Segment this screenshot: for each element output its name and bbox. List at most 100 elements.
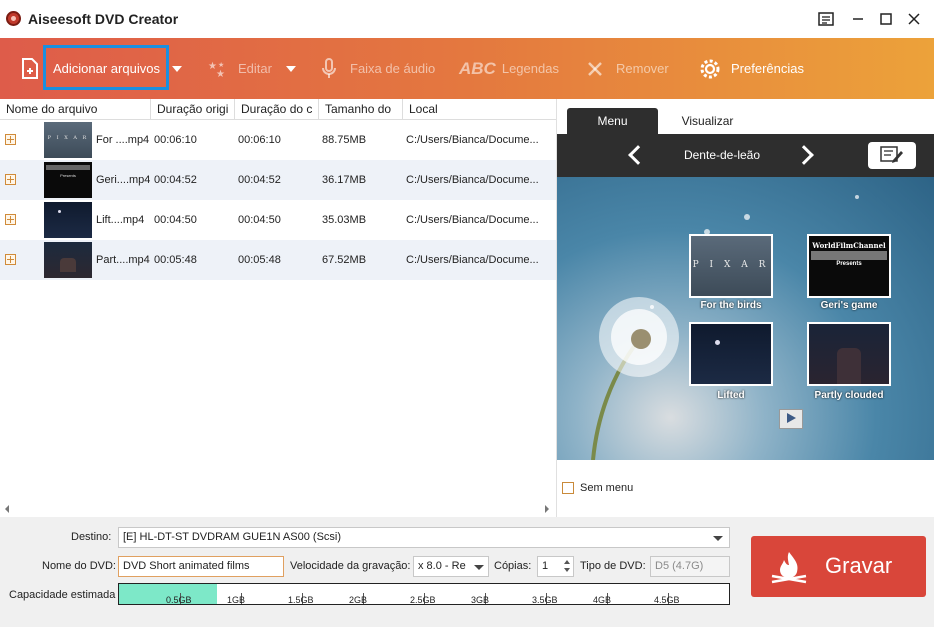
output-duration: 00:05:48	[238, 254, 281, 266]
expand-row-icon[interactable]	[5, 174, 16, 185]
copies-value: 1	[542, 560, 549, 572]
file-size: 35.03MB	[322, 214, 367, 226]
original-duration: 00:05:48	[154, 254, 197, 266]
chevron-down-icon	[713, 536, 723, 541]
microphone-icon	[316, 56, 342, 82]
destination-value: [E] HL-DT-ST DVDRAM GUE1N AS00 (Scsi)	[123, 531, 342, 543]
no-menu-option[interactable]: Sem menu	[562, 482, 633, 494]
column-header-size[interactable]: Tamanho do	[319, 99, 403, 120]
video-thumbnail: P I X A R	[44, 122, 92, 158]
menu-item-thumbnail-for-the-birds[interactable]: P I X A R	[689, 234, 773, 298]
destination-select[interactable]: [E] HL-DT-ST DVDRAM GUE1N AS00 (Scsi)	[118, 527, 730, 548]
original-duration: 00:06:10	[154, 134, 197, 146]
burn-speed-select[interactable]: x 8.0 - Re	[413, 556, 489, 577]
menu-preview: P I X A R For the birds WorldFilmChannel…	[557, 177, 934, 460]
file-size: 88.75MB	[322, 134, 367, 146]
subtitles-label: Legendas	[501, 61, 559, 76]
video-thumbnail: Presents	[44, 162, 92, 198]
remove-label: Remover	[616, 61, 669, 76]
dvd-name-input[interactable]: DVD Short animated films	[118, 556, 284, 577]
menu-item-thumbnail-partly-clouded[interactable]	[807, 322, 891, 386]
template-nav-bar: Dente-de-leão	[557, 134, 934, 177]
file-name: Lift....mp4	[96, 214, 145, 226]
output-settings-panel: Destino: [E] HL-DT-ST DVDRAM GUE1N AS00 …	[0, 517, 934, 627]
preferences-button[interactable]: Preferências	[697, 38, 804, 99]
subtitles-button[interactable]: ABC Legendas	[459, 38, 559, 99]
file-name: For ....mp4	[96, 134, 150, 146]
preferences-label: Preferências	[731, 61, 804, 76]
app-logo-icon	[6, 11, 21, 26]
file-row[interactable]: Lift....mp4 00:04:50 00:04:50 35.03MB C:…	[0, 200, 556, 240]
expand-row-icon[interactable]	[5, 134, 16, 145]
audio-track-button[interactable]: Faixa de áudio	[316, 38, 435, 99]
scroll-left-icon[interactable]	[5, 505, 9, 513]
dvd-type-label: Tipo de DVD:	[580, 560, 646, 572]
capacity-tick-label: 4.5GB	[654, 595, 680, 605]
capacity-tick-label: 3.5GB	[532, 595, 558, 605]
edit-button[interactable]: ★ ★ ★ Editar	[204, 38, 296, 99]
video-thumbnail	[44, 202, 92, 238]
play-icon	[785, 412, 797, 427]
minimize-icon[interactable]	[848, 9, 868, 29]
copies-stepper[interactable]: 1	[537, 556, 574, 577]
add-file-icon	[18, 56, 44, 82]
file-location: C:/Users/Bianca/Docume...	[406, 214, 539, 226]
edit-template-button[interactable]	[868, 142, 916, 169]
svg-text:★: ★	[216, 69, 225, 79]
scroll-right-icon[interactable]	[545, 505, 549, 513]
stepper-down-icon[interactable]	[564, 568, 570, 572]
column-header-original-duration[interactable]: Duração origi	[151, 99, 235, 120]
capacity-label: Capacidade estimada	[9, 589, 116, 601]
add-files-highlight	[43, 45, 169, 90]
no-menu-checkbox[interactable]	[562, 482, 574, 494]
column-header-location[interactable]: Local	[403, 99, 556, 120]
chevron-down-icon	[474, 565, 484, 570]
copies-label: Cópias:	[494, 560, 532, 572]
capacity-tick-label: 1.5GB	[288, 595, 314, 605]
subtitles-abc-icon: ABC	[459, 58, 496, 78]
original-duration: 00:04:50	[154, 214, 197, 226]
menu-item-caption: Partly clouded	[814, 390, 884, 401]
edit-stars-icon: ★ ★ ★	[204, 56, 230, 82]
no-menu-label: Sem menu	[580, 482, 634, 494]
horizontal-scrollbar[interactable]	[0, 502, 556, 516]
capacity-tick-label: 4GB	[593, 595, 612, 605]
file-row[interactable]: P I X A R For ....mp4 00:06:10 00:06:10 …	[0, 120, 556, 160]
dvd-name-label: Nome do DVD:	[42, 560, 116, 572]
menu-item-caption: Lifted	[717, 390, 745, 401]
tab-preview[interactable]: Visualizar	[660, 108, 755, 134]
expand-row-icon[interactable]	[5, 214, 16, 225]
file-location: C:/Users/Bianca/Docume...	[406, 174, 539, 186]
menu-item-thumbnail-lifted[interactable]	[689, 322, 773, 386]
tab-menu[interactable]: Menu	[567, 108, 658, 134]
edit-dropdown-icon[interactable]	[285, 65, 296, 72]
remove-button[interactable]: Remover	[582, 38, 669, 99]
add-files-dropdown-icon[interactable]	[171, 65, 182, 72]
column-header-name[interactable]: Nome do arquivo	[0, 99, 151, 120]
output-duration: 00:04:52	[238, 174, 281, 186]
play-button[interactable]	[779, 409, 803, 429]
capacity-bar: 0.5GB 1GB 1.5GB 2GB 2.5GB 3GB 3.5GB 4GB 4.5GB	[118, 583, 730, 605]
menu-item-caption: Geri's game	[820, 300, 878, 311]
file-location: C:/Users/Bianca/Docume...	[406, 134, 539, 146]
dandelion-background-image	[591, 195, 859, 460]
burn-speed-label: Velocidade da gravação:	[290, 560, 411, 572]
capacity-tick-label: 0.5GB	[166, 595, 192, 605]
file-name: Geri....mp4	[96, 174, 150, 186]
close-icon[interactable]	[904, 9, 924, 29]
menu-icon[interactable]	[816, 9, 836, 29]
burn-button[interactable]: Gravar	[751, 536, 926, 597]
stepper-up-icon[interactable]	[564, 560, 570, 564]
edit-label: Editar	[238, 61, 272, 76]
template-name: Dente-de-leão	[683, 148, 761, 162]
column-header-output-duration[interactable]: Duração do c	[235, 99, 319, 120]
remove-x-icon	[582, 56, 608, 82]
maximize-icon[interactable]	[876, 9, 896, 29]
file-list: Nome do arquivo Duração origi Duração do…	[0, 99, 556, 517]
burn-button-label: Gravar	[825, 553, 893, 578]
file-row[interactable]: Presents Geri....mp4 00:04:52 00:04:52 3…	[0, 160, 556, 200]
file-row[interactable]: Part....mp4 00:05:48 00:05:48 67.52MB C:…	[0, 240, 556, 280]
menu-item-thumbnail-geris-game[interactable]: WorldFilmChannel Presents	[807, 234, 891, 298]
expand-row-icon[interactable]	[5, 254, 16, 265]
thumbnail-text: P I X A R	[692, 260, 770, 270]
